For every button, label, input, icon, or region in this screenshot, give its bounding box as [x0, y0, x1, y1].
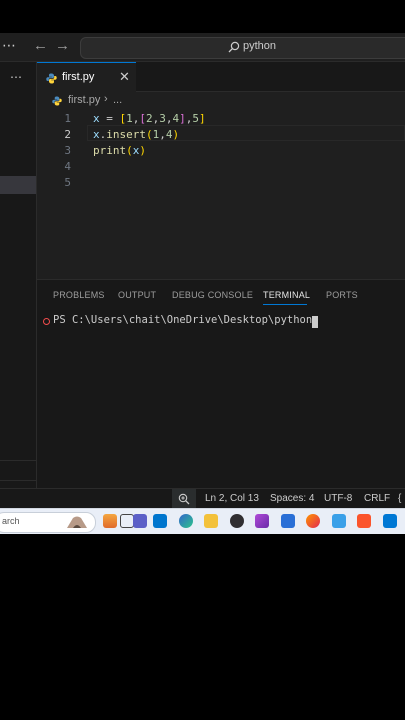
menu-more-icon[interactable]: ⋯ — [2, 37, 16, 54]
breadcrumb-file[interactable]: first.py — [68, 94, 100, 106]
chevron-right-icon: › — [104, 93, 108, 105]
line-number: 5 — [64, 176, 71, 189]
sidebar-divider — [0, 460, 36, 461]
title-bar: ⋯ ← → python — [0, 33, 405, 62]
status-bar: Ln 2, Col 13 Spaces: 4 UTF-8 CRLF { — [0, 488, 405, 510]
file-explorer-icon[interactable] — [204, 514, 218, 528]
encoding[interactable]: UTF-8 — [324, 493, 352, 504]
edge-icon[interactable] — [179, 514, 193, 528]
python-file-icon — [46, 73, 57, 84]
sidebar-selected-item[interactable] — [0, 176, 36, 194]
forward-arrow-icon[interactable]: → — [55, 37, 70, 54]
code-line[interactable]: x.insert(1,4) — [93, 128, 179, 141]
tab-ports[interactable]: PORTS — [326, 290, 358, 300]
vscode-icon[interactable] — [383, 514, 397, 528]
sidebar-divider — [0, 480, 36, 481]
tab-first-py[interactable]: first.py ✕ — [37, 62, 136, 92]
line-number: 2 — [64, 128, 71, 141]
notepad-icon[interactable] — [332, 514, 346, 528]
obs-icon[interactable] — [230, 514, 244, 528]
tab-output[interactable]: OUTPUT — [118, 290, 156, 300]
active-tab-indicator — [263, 304, 307, 305]
task-view-icon[interactable] — [120, 514, 134, 528]
tab-terminal[interactable]: TERMINAL — [263, 290, 310, 300]
vscode-window: ⋯ ← → python ⋯ first.py ✕ first.py › ...… — [0, 33, 405, 513]
breadcrumb-symbols[interactable]: ... — [113, 94, 122, 106]
teams-icon[interactable] — [133, 514, 147, 528]
back-arrow-icon[interactable]: ← — [33, 37, 48, 54]
terminal-cursor — [312, 316, 318, 328]
search-placeholder: arch — [2, 516, 20, 526]
code-editor[interactable]: 1 x = [1,[2,3,4],5] 2 x.insert(1,4) 3 pr… — [37, 110, 405, 285]
tab-problems[interactable]: PROBLEMS — [53, 290, 105, 300]
end-of-line[interactable]: CRLF — [364, 493, 390, 504]
brave-icon[interactable] — [357, 514, 371, 528]
zoom-in-icon — [178, 493, 190, 505]
line-number: 1 — [64, 112, 71, 125]
language-mode[interactable]: { — [398, 493, 401, 504]
dell-icon[interactable] — [153, 514, 167, 528]
python-file-icon — [52, 96, 62, 106]
code-line[interactable]: x = [1,[2,3,4],5] — [93, 112, 206, 125]
cursor-position[interactable]: Ln 2, Col 13 — [205, 493, 259, 504]
code-line[interactable]: print(x) — [93, 144, 146, 157]
media-icon[interactable] — [255, 514, 269, 528]
indentation[interactable]: Spaces: 4 — [270, 493, 314, 504]
search-highlight-icon — [67, 516, 87, 528]
windows-taskbar: arch — [0, 508, 405, 534]
widgets-icon[interactable] — [103, 514, 117, 528]
line-number: 3 — [64, 144, 71, 157]
sidebar-more-icon[interactable]: ⋯ — [10, 70, 22, 84]
line-number: 4 — [64, 160, 71, 173]
taskbar-search[interactable]: arch — [0, 512, 96, 533]
firefox-icon[interactable] — [306, 514, 320, 528]
terminal-decoration-icon — [43, 318, 50, 325]
editor-tab-bar: first.py ✕ — [37, 62, 405, 92]
bottom-panel: PROBLEMS OUTPUT DEBUG CONSOLE TERMINAL P… — [37, 279, 405, 489]
search-icon — [228, 41, 240, 53]
side-bar: ⋯ — [0, 62, 37, 498]
store-icon[interactable] — [281, 514, 295, 528]
close-icon[interactable]: ✕ — [119, 69, 130, 85]
tab-label: first.py — [62, 71, 95, 83]
search-text: python — [243, 40, 277, 52]
command-center-search[interactable]: python — [80, 37, 405, 59]
zoom-button[interactable] — [172, 489, 196, 510]
terminal-prompt[interactable]: PS C:\Users\chait\OneDrive\Desktop\pytho… — [53, 314, 319, 326]
tab-debug-console[interactable]: DEBUG CONSOLE — [172, 290, 253, 300]
